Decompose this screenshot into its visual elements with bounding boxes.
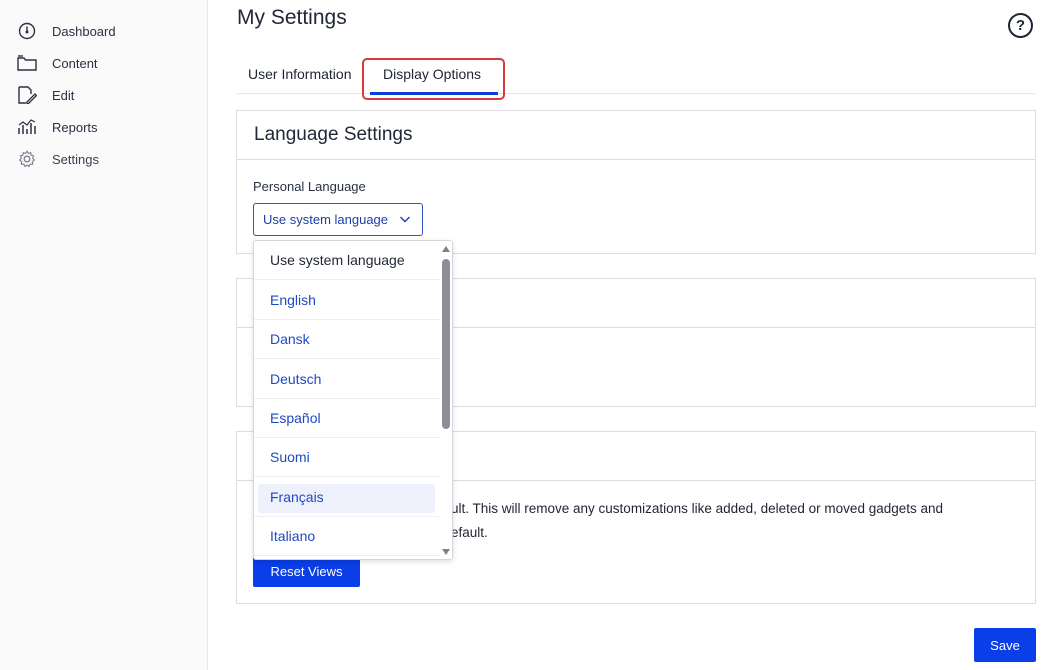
language-dropdown[interactable]: Use system language English Dansk Deutsc… [253, 240, 453, 560]
scroll-down-icon[interactable] [442, 549, 450, 555]
tab-user-information[interactable]: User Information [248, 66, 351, 82]
scroll-up-icon[interactable] [442, 246, 450, 252]
dropdown-option[interactable]: English [254, 281, 440, 320]
reset-description-line2: efault. [451, 525, 488, 540]
sidebar-item-reports[interactable]: Reports [0, 112, 208, 142]
dropdown-option[interactable]: Use system language [254, 241, 440, 280]
reports-icon [17, 117, 37, 137]
edit-icon [17, 85, 37, 105]
scrollbar-thumb[interactable] [442, 259, 450, 429]
sidebar-item-label: Reports [52, 119, 98, 135]
dropdown-option[interactable]: Deutsch [254, 360, 440, 399]
dashboard-icon [17, 21, 37, 41]
sidebar: Dashboard Content Edit Reports Settings [0, 0, 208, 670]
card-header: Language Settings [237, 111, 1035, 160]
dropdown-option-hovered[interactable]: Français [254, 478, 440, 517]
sidebar-item-edit[interactable]: Edit [0, 80, 208, 110]
personal-language-label: Personal Language [253, 179, 366, 194]
sidebar-item-settings[interactable]: Settings [0, 144, 208, 174]
reset-description-line1: ult. This will remove any customizations… [451, 501, 944, 516]
sidebar-item-content[interactable]: Content [0, 48, 208, 78]
chevron-down-icon [399, 213, 411, 228]
reset-views-button[interactable]: Reset Views [253, 556, 360, 587]
save-button[interactable]: Save [974, 628, 1036, 662]
folder-icon [17, 53, 37, 73]
sidebar-item-dashboard[interactable]: Dashboard [0, 16, 208, 46]
dropdown-option[interactable]: Italiano [254, 517, 440, 556]
sidebar-item-label: Dashboard [52, 23, 116, 39]
dropdown-option[interactable]: Suomi [254, 438, 440, 477]
tabs-divider [237, 93, 1035, 94]
sidebar-item-label: Edit [52, 87, 75, 103]
gear-icon [17, 149, 37, 169]
help-icon: ? [1015, 17, 1026, 34]
card-title: Language Settings [254, 124, 413, 145]
help-button[interactable]: ? [1008, 13, 1033, 38]
page-title: My Settings [237, 6, 347, 29]
dropdown-option[interactable]: Español [254, 399, 440, 438]
personal-language-select[interactable]: Use system language [253, 203, 423, 236]
sidebar-item-label: Content [52, 55, 98, 71]
sidebar-item-label: Settings [52, 151, 99, 167]
dropdown-option[interactable]: Dansk [254, 320, 440, 359]
active-tab-indicator [370, 92, 498, 95]
select-value: Use system language [263, 212, 389, 227]
tab-display-options[interactable]: Display Options [383, 66, 481, 82]
